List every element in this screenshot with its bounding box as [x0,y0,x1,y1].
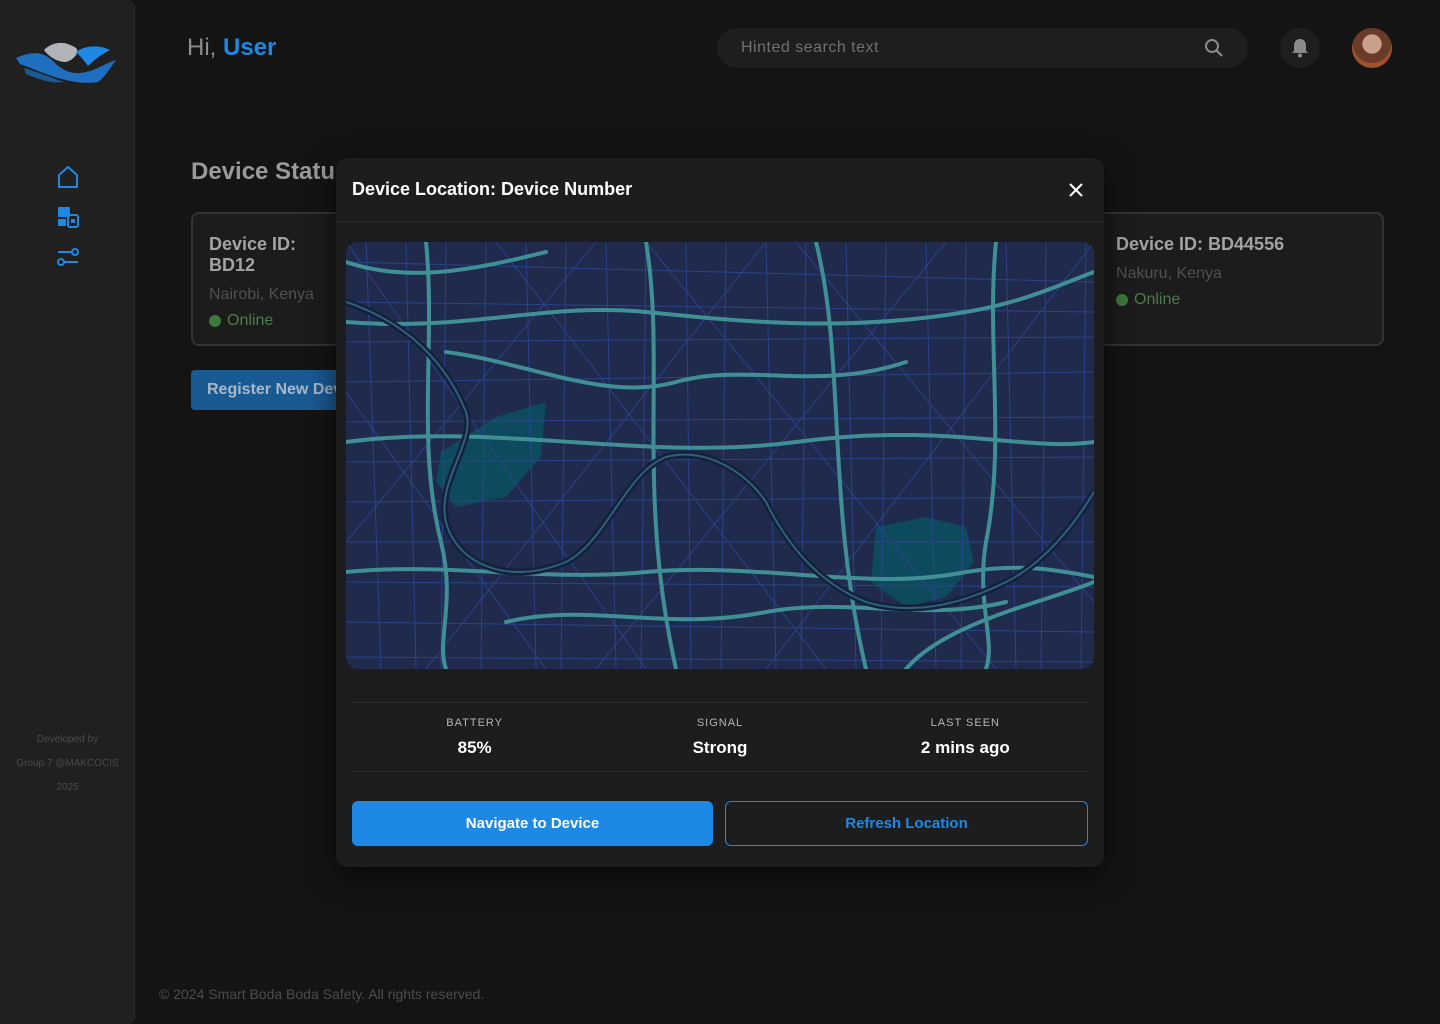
devices-icon [58,207,79,228]
device-id: Device ID: BD44556 [1116,234,1285,254]
avatar[interactable] [1352,28,1392,68]
greeting-prefix: Hi, [187,34,217,61]
sidebar-item-home[interactable] [55,164,81,190]
modal-title: Device Location: Device Number [352,179,633,199]
page-title: Device Status [191,158,349,185]
sidebar: Developed by Group 7 @MAKCOCIS 2025 [0,0,135,1024]
search-input[interactable]: Hinted search text [741,39,1204,57]
home-icon [58,166,78,188]
greeting: Hi, User [187,34,276,62]
status-text: Online [227,312,274,329]
stat-value: 85% [457,738,492,757]
greeting-user-name: User [223,34,277,61]
stat-label: LAST SEEN [930,717,1000,729]
close-button[interactable] [1064,178,1088,202]
device-location-modal: Device Location: Device Number BATTERY 8… [336,158,1104,867]
notifications-button[interactable] [1280,28,1320,68]
app-logo [14,38,120,88]
status-badge: Online [209,312,333,330]
modal-header: Device Location: Device Number [336,158,1104,222]
stat-battery: BATTERY 85% [352,703,597,771]
status-dot-icon [1116,294,1128,306]
bell-icon [1292,39,1308,58]
search-bar[interactable]: Hinted search text [717,28,1248,68]
status-text: Online [1134,291,1181,308]
device-card[interactable]: Device ID: BD44556 Nakuru, Kenya Online [1090,212,1384,346]
device-id: Device ID: BD12 [209,234,297,275]
footer-year: 2025 [56,782,79,793]
sidebar-item-routes[interactable] [55,244,81,270]
stat-last-seen: LAST SEEN 2 mins ago [843,703,1088,771]
sidebar-item-devices[interactable] [55,204,81,230]
stat-value: 2 mins ago [920,738,1010,757]
stat-label: BATTERY [446,717,504,729]
stat-value: Strong [692,738,748,757]
status-dot-icon [209,315,221,327]
status-badge: Online [1116,291,1366,309]
footer-group: Group 7 @MAKCOCIS [16,758,119,769]
location-map[interactable] [346,242,1094,669]
device-card[interactable]: Device ID: BD12 Nairobi, Kenya Online [191,212,351,346]
navigate-button[interactable]: Navigate to Device [352,801,713,846]
copyright: © 2024 Smart Boda Boda Safety. All right… [159,986,485,1002]
stat-label: SIGNAL [696,717,744,729]
refresh-location-button[interactable]: Refresh Location [725,801,1088,846]
device-location: Nairobi, Kenya [209,286,314,303]
sidebar-footer: Developed by Group 7 @MAKCOCIS 2025 [0,728,135,800]
stat-signal: SIGNAL Strong [597,703,842,771]
close-icon [1069,182,1083,197]
route-icon [57,248,79,266]
device-location: Nakuru, Kenya [1116,265,1222,282]
device-stats: BATTERY 85% SIGNAL Strong LAST SEEN 2 mi… [352,702,1088,772]
search-icon[interactable] [1204,38,1224,58]
footer-developed-by: Developed by [36,734,99,745]
